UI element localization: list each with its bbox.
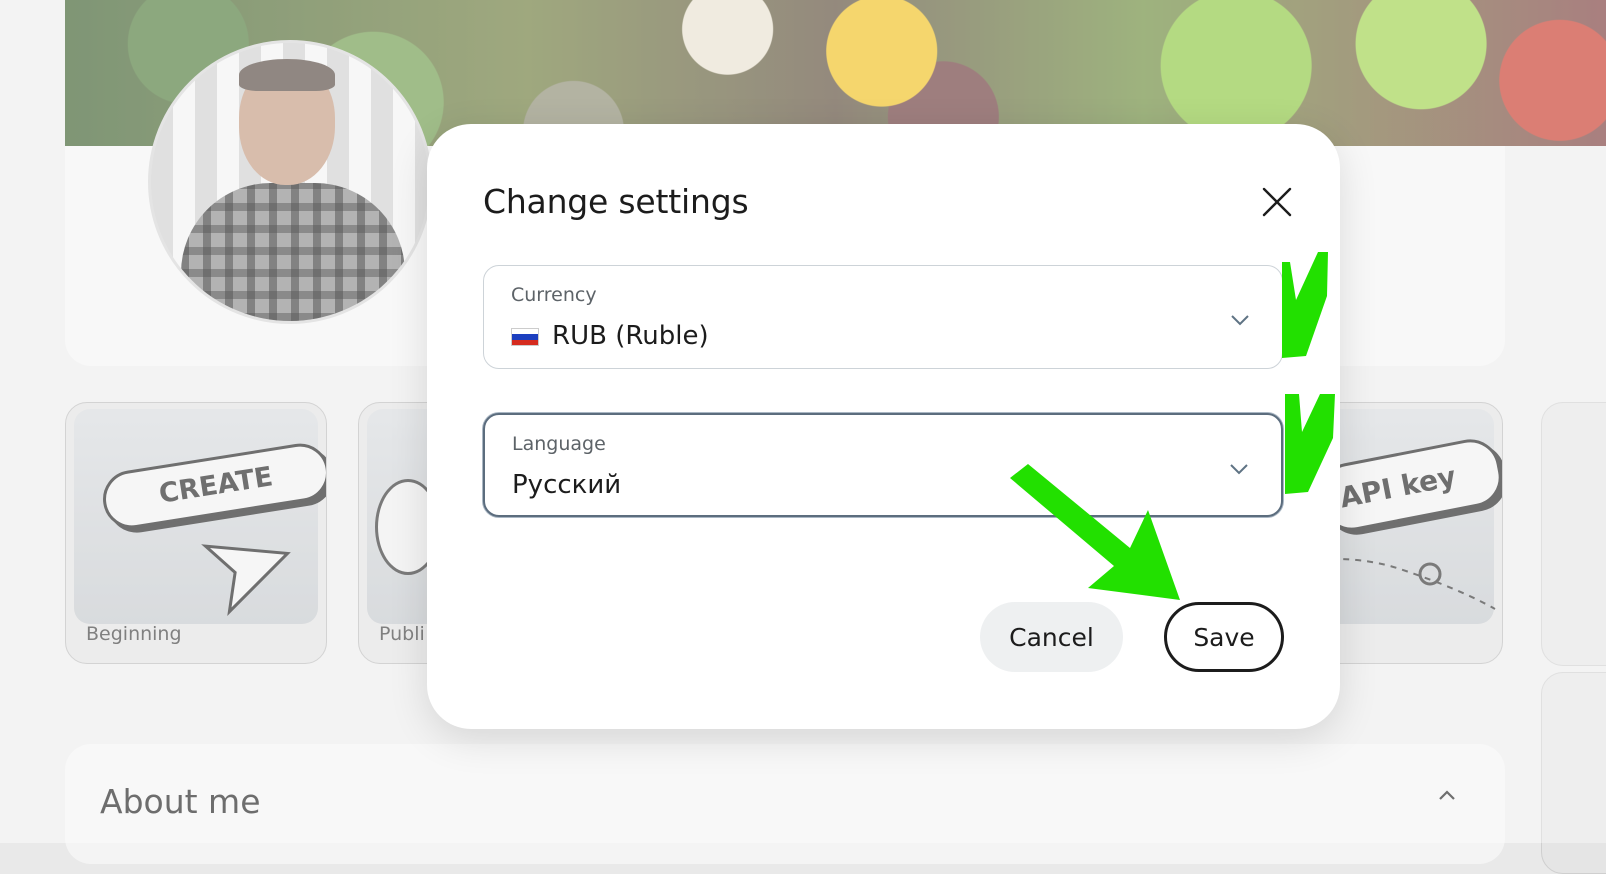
- language-select[interactable]: Language Русский: [483, 413, 1283, 517]
- cancel-button[interactable]: Cancel: [980, 602, 1123, 672]
- chevron-down-icon: [1230, 464, 1248, 475]
- chevron-down-icon: [1231, 315, 1249, 326]
- close-icon[interactable]: [1259, 184, 1295, 220]
- currency-label: Currency: [511, 284, 597, 306]
- russia-flag-icon: [511, 328, 539, 346]
- change-settings-dialog: Change settings Currency RUB (Ruble) Lan…: [427, 124, 1340, 729]
- save-button[interactable]: Save: [1164, 602, 1284, 672]
- language-label: Language: [512, 433, 606, 455]
- language-value: Русский: [512, 470, 622, 500]
- currency-value: RUB (Ruble): [552, 321, 709, 351]
- dialog-title: Change settings: [483, 182, 749, 221]
- currency-select[interactable]: Currency RUB (Ruble): [483, 265, 1283, 369]
